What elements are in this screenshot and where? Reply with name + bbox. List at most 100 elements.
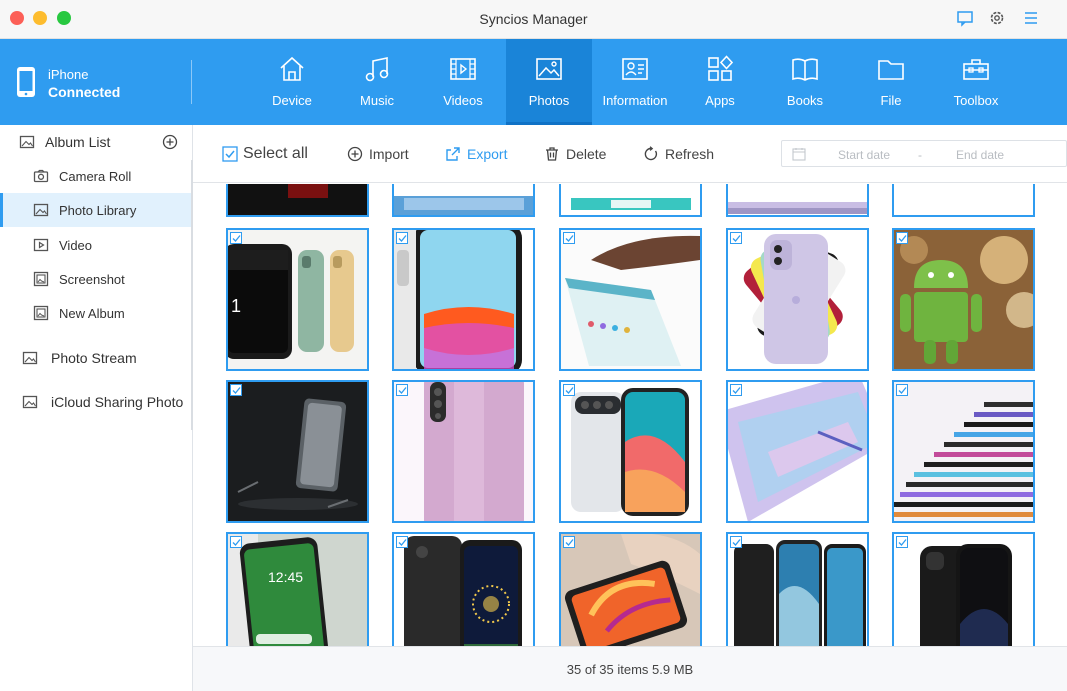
album-icon bbox=[33, 305, 49, 321]
nav-toolbox[interactable]: Toolbox bbox=[933, 39, 1019, 125]
sidebar-item-video[interactable]: Video bbox=[0, 228, 192, 262]
photo-thumbnail[interactable] bbox=[726, 184, 869, 217]
device-name: iPhone bbox=[48, 67, 89, 82]
photo-checkbox[interactable] bbox=[730, 232, 742, 244]
photo-thumbnail[interactable] bbox=[726, 532, 869, 646]
photo-thumbnail[interactable]: 12:45 bbox=[226, 532, 369, 646]
sidebar-section-icloud-sharing[interactable]: iCloud Sharing Photo bbox=[0, 385, 192, 419]
photo-thumbnail[interactable] bbox=[726, 228, 869, 371]
sidebar-item-camera-roll[interactable]: Camera Roll bbox=[0, 159, 192, 193]
image-icon bbox=[33, 202, 49, 218]
window-title: Syncios Manager bbox=[479, 11, 588, 27]
photo-thumbnail[interactable]: 1 bbox=[226, 228, 369, 371]
divider bbox=[191, 60, 192, 104]
date-range-filter[interactable]: Start date - End date bbox=[781, 140, 1067, 167]
toolbox-icon bbox=[933, 54, 1019, 86]
trash-icon bbox=[546, 147, 558, 161]
export-label: Export bbox=[467, 146, 508, 162]
select-all-label: Select all bbox=[243, 145, 308, 162]
album-list-header[interactable]: Album List bbox=[0, 125, 192, 160]
nav-file[interactable]: File bbox=[848, 39, 934, 125]
end-date-input[interactable]: End date bbox=[956, 148, 1004, 162]
nav-label: Videos bbox=[443, 93, 483, 108]
photo-thumbnail[interactable] bbox=[226, 184, 369, 217]
checkbox-checked-icon bbox=[222, 146, 238, 162]
contact-card-icon bbox=[592, 54, 678, 86]
photo-thumbnail[interactable] bbox=[892, 228, 1035, 371]
photo-thumbnail[interactable] bbox=[892, 532, 1035, 646]
photo-thumbnail[interactable] bbox=[392, 228, 535, 371]
sidebar-item-label: Photo Library bbox=[59, 203, 137, 218]
photo-checkbox[interactable] bbox=[563, 384, 575, 396]
photo-thumbnail[interactable] bbox=[559, 184, 702, 217]
menu-icon[interactable] bbox=[1022, 9, 1040, 27]
nav-books[interactable]: Books bbox=[762, 39, 848, 125]
book-icon bbox=[762, 54, 848, 86]
svg-text:12:45: 12:45 bbox=[268, 569, 303, 585]
photo-checkbox[interactable] bbox=[563, 232, 575, 244]
screenshot-icon bbox=[33, 271, 49, 287]
video-icon bbox=[420, 54, 506, 86]
photo-checkbox[interactable] bbox=[730, 536, 742, 548]
photo-checkbox[interactable] bbox=[230, 536, 242, 548]
photo-checkbox[interactable] bbox=[396, 536, 408, 548]
photo-thumbnail[interactable] bbox=[392, 532, 535, 646]
photo-checkbox[interactable] bbox=[230, 384, 242, 396]
photo-thumbnail[interactable] bbox=[892, 380, 1035, 523]
sidebar-item-label: Video bbox=[59, 238, 93, 253]
nav-label: Photos bbox=[528, 93, 570, 108]
photo-checkbox[interactable] bbox=[896, 384, 908, 396]
photo-checkbox[interactable] bbox=[563, 536, 575, 548]
sidebar-item-new-album[interactable]: New Album bbox=[0, 296, 192, 330]
sidebar-item-label: New Album bbox=[59, 306, 125, 321]
photo-checkbox[interactable] bbox=[730, 384, 742, 396]
photo-thumbnail[interactable] bbox=[392, 380, 535, 523]
start-date-input[interactable]: Start date bbox=[838, 148, 890, 162]
top-navigation: iPhone Connected Device Music Videos Pho… bbox=[0, 39, 1067, 125]
music-icon bbox=[334, 54, 420, 86]
photo-thumbnail[interactable] bbox=[726, 380, 869, 523]
feedback-icon[interactable] bbox=[956, 9, 974, 27]
photo-thumbnail[interactable] bbox=[559, 228, 702, 371]
photo-thumbnail[interactable] bbox=[559, 380, 702, 523]
home-icon bbox=[249, 54, 335, 86]
refresh-icon bbox=[644, 146, 658, 161]
photo-thumbnail[interactable] bbox=[892, 184, 1035, 217]
sidebar-section-photo-stream[interactable]: Photo Stream bbox=[0, 341, 192, 375]
nav-photos[interactable]: Photos bbox=[506, 39, 592, 125]
nav-device[interactable]: Device bbox=[249, 39, 335, 125]
sidebar-item-screenshot[interactable]: Screenshot bbox=[0, 262, 192, 296]
photo-icon bbox=[506, 54, 592, 86]
title-bar: Syncios Manager bbox=[0, 0, 1067, 39]
photo-thumbnail[interactable] bbox=[226, 380, 369, 523]
photo-checkbox[interactable] bbox=[396, 232, 408, 244]
nav-music[interactable]: Music bbox=[334, 39, 420, 125]
nav-information[interactable]: Information bbox=[592, 39, 678, 125]
sidebar-item-photo-library[interactable]: Photo Library bbox=[0, 193, 192, 227]
device-status[interactable]: iPhone Connected bbox=[0, 39, 192, 125]
nav-label: Books bbox=[786, 93, 824, 108]
photo-toolbar: Select all Import Export Delete Refresh … bbox=[193, 125, 1067, 183]
nav-label: Apps bbox=[705, 93, 735, 108]
nav-label: Device bbox=[272, 93, 312, 108]
photo-checkbox[interactable] bbox=[896, 232, 908, 244]
refresh-label: Refresh bbox=[665, 146, 715, 162]
photo-thumbnail[interactable] bbox=[559, 532, 702, 646]
album-sidebar: Album List Camera Roll Photo Library Vid… bbox=[0, 125, 193, 691]
album-list-icon bbox=[19, 134, 35, 150]
nav-videos[interactable]: Videos bbox=[420, 39, 506, 125]
sidebar-item-label: Camera Roll bbox=[59, 169, 132, 184]
sidebar-section-label: Photo Stream bbox=[51, 350, 137, 366]
settings-gear-icon[interactable] bbox=[988, 9, 1006, 27]
sidebar-item-label: Screenshot bbox=[59, 272, 125, 287]
nav-apps[interactable]: Apps bbox=[677, 39, 763, 125]
photo-thumbnail[interactable] bbox=[392, 184, 535, 217]
photo-checkbox[interactable] bbox=[896, 536, 908, 548]
item-count-status: 35 of 35 items 5.9 MB bbox=[566, 662, 694, 677]
delete-label: Delete bbox=[566, 146, 607, 162]
photo-checkbox[interactable] bbox=[230, 232, 242, 244]
calendar-icon bbox=[792, 148, 806, 161]
nav-label: Toolbox bbox=[953, 93, 999, 108]
add-album-icon[interactable] bbox=[162, 134, 178, 150]
photo-checkbox[interactable] bbox=[396, 384, 408, 396]
